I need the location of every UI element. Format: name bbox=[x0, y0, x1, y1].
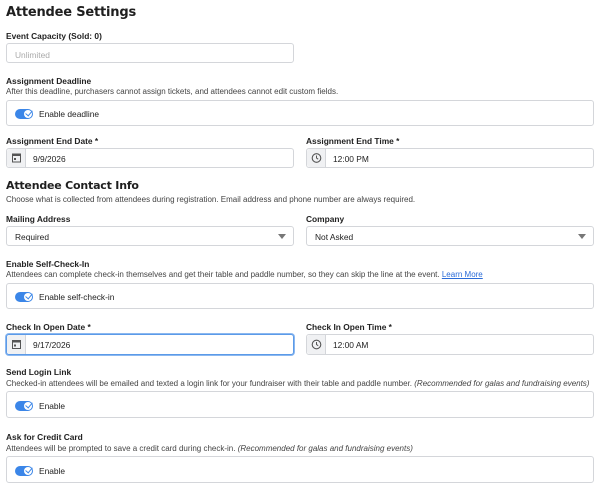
login-link-toggle[interactable] bbox=[15, 400, 33, 411]
learn-more-link[interactable]: Learn More bbox=[442, 270, 483, 279]
deadline-toggle[interactable] bbox=[15, 108, 33, 119]
open-time-value: 12:00 AM bbox=[333, 340, 369, 350]
company-select[interactable]: Not Asked bbox=[306, 226, 594, 246]
chevron-down-icon bbox=[278, 234, 286, 239]
self-checkin-toggle[interactable] bbox=[15, 291, 33, 302]
page-title: Attendee Settings bbox=[6, 5, 136, 20]
credit-card-toggle-row[interactable]: Enable bbox=[6, 456, 594, 483]
login-link-label: Send Login Link bbox=[6, 367, 72, 377]
clock-icon-addon[interactable] bbox=[307, 149, 326, 167]
deadline-toggle-label: Enable deadline bbox=[39, 109, 100, 119]
self-checkin-desc-text: Attendees can complete check-in themselv… bbox=[6, 270, 440, 279]
end-time-field[interactable]: 12:00 PM bbox=[306, 148, 594, 168]
company-label: Company bbox=[306, 214, 345, 224]
credit-card-note: (Recommended for galas and fundraising e… bbox=[237, 444, 413, 453]
self-checkin-label: Enable Self-Check-In bbox=[6, 259, 90, 269]
clock-icon bbox=[311, 339, 322, 350]
end-time-label: Assignment End Time * bbox=[306, 136, 400, 146]
deadline-description: After this deadline, purchasers cannot a… bbox=[6, 87, 339, 96]
calendar-icon bbox=[12, 153, 21, 163]
end-date-label: Assignment End Date * bbox=[6, 136, 99, 146]
self-checkin-description: Attendees can complete check-in themselv… bbox=[6, 270, 483, 279]
capacity-input[interactable]: Unlimited bbox=[6, 43, 294, 63]
calendar-icon-addon[interactable] bbox=[7, 149, 26, 167]
mailing-select[interactable]: Required bbox=[6, 226, 294, 246]
calendar-icon-addon[interactable] bbox=[7, 335, 26, 354]
login-link-description: Checked-in attendees will be emailed and… bbox=[6, 379, 589, 388]
contact-heading: Attendee Contact Info bbox=[6, 179, 139, 192]
login-link-note: (Recommended for galas and fundraising e… bbox=[414, 379, 590, 388]
credit-card-toggle[interactable] bbox=[15, 465, 33, 476]
end-time-value: 12:00 PM bbox=[333, 154, 369, 164]
open-date-label: Check In Open Date * bbox=[6, 322, 91, 332]
chevron-down-icon bbox=[578, 234, 586, 239]
deadline-label: Assignment Deadline bbox=[6, 76, 92, 86]
capacity-placeholder: Unlimited bbox=[15, 50, 50, 60]
mailing-label: Mailing Address bbox=[6, 214, 71, 224]
clock-icon bbox=[311, 153, 322, 163]
deadline-toggle-row[interactable]: Enable deadline bbox=[6, 100, 594, 126]
open-date-value: 9/17/2026 bbox=[33, 340, 71, 350]
login-link-toggle-row[interactable]: Enable bbox=[6, 391, 594, 418]
credit-card-toggle-label: Enable bbox=[39, 466, 66, 476]
end-date-value: 9/9/2026 bbox=[33, 154, 66, 164]
capacity-label: Event Capacity (Sold: 0) bbox=[6, 31, 102, 41]
mailing-selected-value: Required bbox=[15, 232, 49, 242]
clock-icon-addon[interactable] bbox=[307, 335, 326, 354]
login-link-toggle-label: Enable bbox=[39, 401, 66, 411]
login-link-desc-text: Checked-in attendees will be emailed and… bbox=[6, 379, 413, 388]
credit-card-label: Ask for Credit Card bbox=[6, 432, 83, 442]
company-selected-value: Not Asked bbox=[315, 232, 354, 242]
credit-card-desc-text: Attendees will be prompted to save a cre… bbox=[6, 444, 236, 453]
self-checkin-toggle-row[interactable]: Enable self-check-in bbox=[6, 283, 594, 309]
open-time-field[interactable]: 12:00 AM bbox=[306, 334, 594, 355]
open-date-field[interactable]: 9/17/2026 bbox=[6, 334, 294, 355]
end-date-field[interactable]: 9/9/2026 bbox=[6, 148, 294, 168]
calendar-icon bbox=[12, 340, 21, 349]
open-time-label: Check In Open Time * bbox=[306, 322, 392, 332]
self-checkin-toggle-label: Enable self-check-in bbox=[39, 292, 115, 302]
contact-description: Choose what is collected from attendees … bbox=[6, 195, 416, 204]
credit-card-description: Attendees will be prompted to save a cre… bbox=[6, 444, 413, 453]
